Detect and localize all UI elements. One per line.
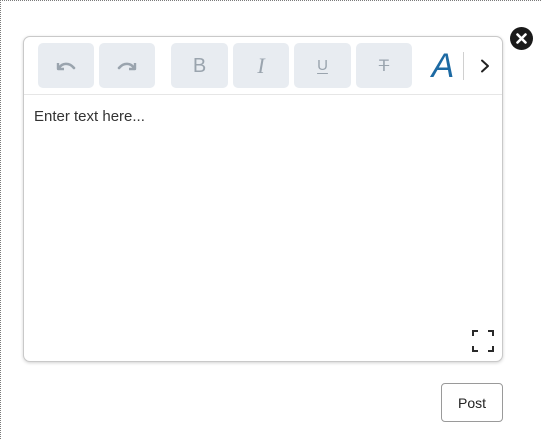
toolbar-separator xyxy=(463,52,464,80)
strikethrough-label: T xyxy=(378,56,390,75)
close-button[interactable] xyxy=(510,27,533,50)
frame-border-left xyxy=(0,0,1,439)
editor-placeholder: Enter text here... xyxy=(34,108,145,125)
font-color-label: A xyxy=(431,46,455,85)
bold-button[interactable]: B xyxy=(171,43,228,88)
post-button[interactable]: Post xyxy=(441,383,503,422)
more-tools-button[interactable] xyxy=(471,47,499,85)
underline-button[interactable]: U xyxy=(294,43,351,88)
bold-label: B xyxy=(192,54,207,77)
font-color-button[interactable]: A xyxy=(424,43,462,88)
strikethrough-button[interactable]: T xyxy=(356,43,412,88)
undo-button[interactable] xyxy=(38,43,94,88)
dialog-page: B I U T A Enter text here... Post xyxy=(0,0,541,439)
rich-text-editor: B I U T A Enter text here... xyxy=(23,36,503,362)
undo-icon xyxy=(56,62,76,70)
frame-border-top xyxy=(0,0,541,1)
expand-icon xyxy=(472,330,494,352)
underline-label: U xyxy=(317,57,328,74)
editor-text-area[interactable]: Enter text here... xyxy=(34,108,494,308)
close-icon xyxy=(516,33,527,44)
redo-button[interactable] xyxy=(99,43,155,88)
redo-icon xyxy=(117,62,137,70)
chevron-right-icon xyxy=(481,59,489,73)
italic-label: I xyxy=(257,52,265,78)
editor-toolbar: B I U T A xyxy=(24,37,502,95)
italic-button[interactable]: I xyxy=(233,43,289,88)
fullscreen-button[interactable] xyxy=(472,330,494,352)
